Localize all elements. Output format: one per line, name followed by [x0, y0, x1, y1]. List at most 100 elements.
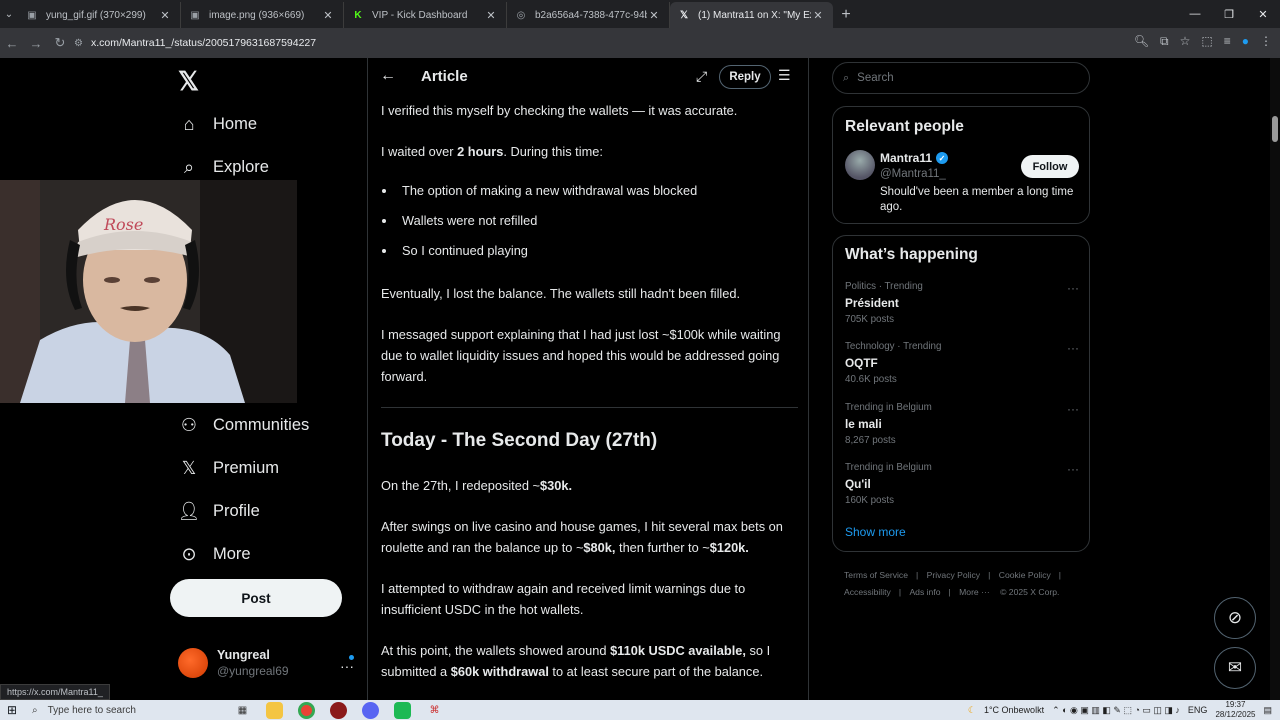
- list-item: So I continued playing: [381, 243, 528, 258]
- minimize-button[interactable]: —: [1178, 0, 1212, 28]
- more-horizontal-icon[interactable]: ···: [1067, 281, 1079, 295]
- close-icon[interactable]: ✕: [811, 9, 825, 22]
- discord-icon[interactable]: [362, 701, 379, 719]
- tab-search-chevron-icon[interactable]: ⌄: [0, 0, 18, 28]
- more-link[interactable]: More ···: [959, 587, 990, 597]
- trend-name: Qu'il: [845, 477, 871, 491]
- close-window-button[interactable]: ✕: [1246, 0, 1280, 28]
- app-icon[interactable]: [330, 701, 347, 719]
- expand-icon[interactable]: ⤢: [696, 68, 707, 85]
- nav-profile[interactable]: 👤︎ Profile: [178, 500, 260, 522]
- show-more-link[interactable]: Show more: [845, 525, 906, 539]
- close-icon[interactable]: ✕: [484, 9, 498, 22]
- clock[interactable]: 19:37 28/12/2025: [1215, 700, 1255, 720]
- profile-icon: 👤︎: [177, 500, 201, 521]
- post-button[interactable]: Post: [170, 579, 342, 617]
- webcam-overlay: Rose: [0, 180, 297, 403]
- bookmark-star-icon[interactable]: ☆: [1180, 34, 1191, 49]
- close-icon[interactable]: ✕: [321, 9, 335, 22]
- account-switcher[interactable]: Yungreal @yungreal69: [178, 648, 289, 678]
- more-horizontal-icon[interactable]: ···: [1067, 402, 1079, 416]
- browser-tab[interactable]: K VIP - Kick Dashboard ✕: [344, 2, 507, 28]
- weather-text[interactable]: 1°C Onbewolkt: [984, 705, 1044, 715]
- follow-button[interactable]: Follow: [1021, 155, 1079, 178]
- more-horizontal-icon[interactable]: ···: [340, 658, 354, 674]
- nav-explore[interactable]: ⌕ Explore: [178, 156, 269, 178]
- close-icon[interactable]: ✕: [158, 9, 172, 22]
- taskbar-search[interactable]: ⌕ Type here to search: [24, 700, 214, 720]
- avatar[interactable]: [845, 150, 875, 180]
- chrome-icon[interactable]: [298, 701, 315, 719]
- grok-icon[interactable]: ⊘: [1214, 597, 1256, 639]
- zoom-icon[interactable]: 🔍︎: [1134, 34, 1149, 49]
- trend-item[interactable]: Trending in Belgium Qu'il 160K posts ···: [845, 462, 1079, 506]
- file-explorer-icon[interactable]: [266, 701, 283, 719]
- profile-avatar-icon[interactable]: ●: [1242, 34, 1249, 49]
- taskbar-apps: ▦ ⌘: [234, 701, 443, 719]
- messages-icon[interactable]: ✉: [1214, 647, 1256, 689]
- cookie-link[interactable]: Cookie Policy: [999, 570, 1051, 580]
- trend-name: Président: [845, 296, 899, 310]
- trend-meta: Trending in Belgium: [845, 462, 932, 473]
- app-icon[interactable]: [394, 701, 411, 719]
- person-name-row[interactable]: Mantra11 ✓: [880, 151, 949, 165]
- close-icon[interactable]: ✕: [647, 9, 661, 22]
- nav-label: Profile: [213, 501, 260, 520]
- nav-more[interactable]: ⊙ More: [178, 543, 250, 565]
- list-item-text: So I continued playing: [402, 243, 528, 258]
- communities-icon: ⚇: [180, 414, 198, 435]
- ads-info-link[interactable]: Ads info: [909, 587, 940, 597]
- start-button-icon[interactable]: ⊞: [0, 703, 24, 717]
- browser-tab-active[interactable]: 𝕏 (1) Mantra11 on X: "My Experie ✕: [670, 2, 833, 28]
- privacy-link[interactable]: Privacy Policy: [927, 570, 980, 580]
- task-view-icon[interactable]: ▦: [234, 702, 251, 719]
- x-logo-icon: 𝕏: [181, 457, 197, 478]
- browser-tab[interactable]: ◎ b2a656a4-7388-477c-94bc-27c ✕: [507, 2, 670, 28]
- verified-badge-icon: ✓: [936, 152, 949, 164]
- kick-icon: K: [354, 9, 362, 21]
- trend-name: le mali: [845, 417, 882, 431]
- language-indicator[interactable]: ENG: [1188, 705, 1208, 715]
- scrollbar-thumb[interactable]: [1272, 116, 1278, 142]
- search-placeholder: Search: [857, 72, 894, 84]
- more-horizontal-icon[interactable]: ···: [1067, 341, 1079, 355]
- back-button[interactable]: ←: [0, 36, 24, 51]
- accessibility-link[interactable]: Accessibility: [844, 587, 891, 597]
- app-icon[interactable]: ⌘: [426, 702, 443, 719]
- browser-tab[interactable]: ▣ yung_gif.gif (370×299) ✕: [18, 2, 181, 28]
- forward-button[interactable]: →: [24, 36, 48, 51]
- copyright: © 2025 X Corp.: [1000, 587, 1060, 597]
- reload-button[interactable]: ↻: [48, 35, 72, 51]
- cast-icon[interactable]: ⧉: [1160, 34, 1169, 49]
- new-tab-button[interactable]: +: [833, 2, 859, 28]
- more-horizontal-icon[interactable]: ···: [1067, 462, 1079, 476]
- browser-tab[interactable]: ▣ image.png (936×669) ✕: [181, 2, 344, 28]
- notifications-icon[interactable]: ▤: [1263, 705, 1272, 716]
- maximize-button[interactable]: ❐: [1212, 0, 1246, 28]
- site-info-icon[interactable]: ⚙: [74, 38, 83, 49]
- url-field[interactable]: ⚙ x.com/Mantra11_/status/200517963168759…: [74, 32, 1094, 54]
- browser-menu-icon[interactable]: ⋮: [1260, 34, 1272, 49]
- back-arrow-icon[interactable]: ←: [380, 67, 396, 85]
- tray-icons[interactable]: ⌃ ◐ ◉ ▣ ▥ ◧ ✎ ⬚ ◔ ▭ ◫ ◨ ♪: [1052, 705, 1180, 716]
- x-logo-icon: 𝕏: [679, 9, 689, 21]
- text-span: to at least secure part of the balance.: [548, 664, 763, 679]
- tab-label: VIP - Kick Dashboard: [372, 9, 468, 21]
- nav-home[interactable]: ⌂ Home: [178, 113, 257, 135]
- trend-item[interactable]: Technology · Trending OQTF 40.6K posts ·…: [845, 341, 1079, 385]
- settings-sliders-icon[interactable]: ☰: [778, 67, 791, 84]
- terms-link[interactable]: Terms of Service: [844, 570, 908, 580]
- reply-button[interactable]: Reply: [719, 65, 771, 89]
- tab-label: image.png (936×669): [209, 9, 305, 21]
- trend-item[interactable]: Trending in Belgium le mali 8,267 posts …: [845, 402, 1079, 446]
- page-title: Article: [421, 68, 468, 85]
- extensions-icon[interactable]: ⬚: [1201, 34, 1212, 49]
- trend-item[interactable]: Politics · Trending Président 705K posts…: [845, 281, 1079, 325]
- scrollbar[interactable]: [1270, 58, 1280, 700]
- search-input[interactable]: ⌕ Search: [832, 62, 1090, 94]
- nav-communities[interactable]: ⚇ Communities: [178, 414, 309, 436]
- svg-text:Rose: Rose: [103, 215, 143, 234]
- x-logo-icon[interactable]: 𝕏: [178, 66, 199, 97]
- nav-premium[interactable]: 𝕏 Premium: [178, 457, 279, 479]
- media-icon[interactable]: ≡: [1224, 34, 1231, 49]
